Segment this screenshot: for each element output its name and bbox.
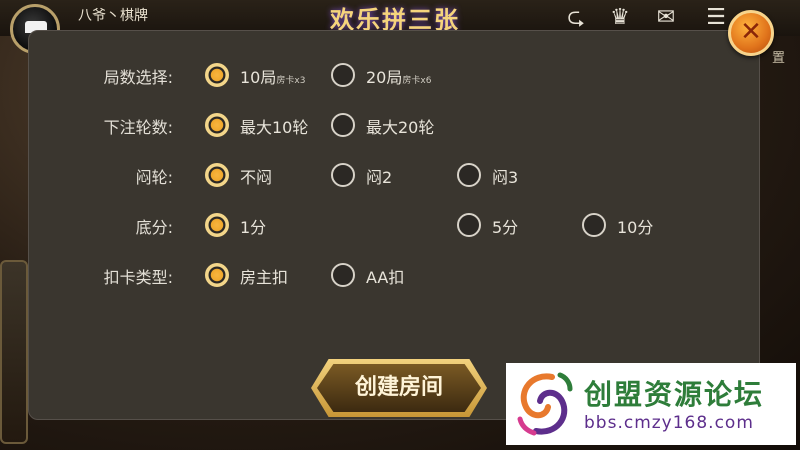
radio-unselected[interactable] <box>331 113 355 137</box>
blind-rounds-row: 闷轮: 不闷 闷2 闷3 <box>29 158 761 192</box>
option-label: 10分 <box>617 218 654 237</box>
option-label: 房主扣 <box>240 268 289 287</box>
option-label: 5分 <box>492 218 519 237</box>
option-cost: 房卡x3 <box>276 76 306 86</box>
mail-icon[interactable]: ✉ <box>652 6 680 30</box>
swirl-logo-icon <box>517 372 573 436</box>
base-score-row: 底分: 1分 5分 10分 <box>29 208 761 242</box>
create-room-dialog: 局数选择: 10局房卡x3 20局房卡x6 下注轮数: 最大10轮 最大20轮 … <box>28 30 760 420</box>
blind-rounds-label: 闷轮: <box>135 168 173 187</box>
option-label: 最大10轮 <box>240 118 309 137</box>
side-panel <box>0 260 28 444</box>
radio-selected[interactable] <box>205 213 229 237</box>
close-icon[interactable]: ✕ <box>728 10 774 56</box>
game-logo: 欢乐拼三张 <box>330 6 460 34</box>
option-label: 不闷 <box>240 168 273 187</box>
option-label: AA扣 <box>366 268 405 287</box>
card-deduction-label: 扣卡类型: <box>103 268 173 287</box>
option-label: 1分 <box>240 218 267 237</box>
radio-selected[interactable] <box>205 113 229 137</box>
rounds-label: 局数选择: <box>103 68 173 87</box>
watermark-url: bbs.cmzy168.com <box>584 413 754 433</box>
radio-unselected[interactable] <box>457 213 481 237</box>
radio-unselected[interactable] <box>582 213 606 237</box>
user-name: 八爷丶棋牌 <box>78 8 148 24</box>
radio-selected[interactable] <box>205 263 229 287</box>
option-label: 闷3 <box>492 168 519 187</box>
share-icon[interactable]: ⮎ <box>562 6 590 30</box>
option-label: 闷2 <box>366 168 393 187</box>
more-icon[interactable]: ☰ <box>702 6 730 30</box>
crown-icon[interactable]: ♛ <box>606 6 634 30</box>
watermark-title: 创盟资源论坛 <box>584 378 765 411</box>
rounds-row: 局数选择: 10局房卡x3 20局房卡x6 <box>29 58 761 92</box>
option-cost: 房卡x6 <box>402 76 432 86</box>
radio-unselected[interactable] <box>331 163 355 187</box>
radio-unselected[interactable] <box>457 163 481 187</box>
bet-rounds-row: 下注轮数: 最大10轮 最大20轮 <box>29 108 761 142</box>
bet-rounds-label: 下注轮数: <box>103 118 173 137</box>
radio-selected[interactable] <box>205 163 229 187</box>
base-score-label: 底分: <box>135 218 173 237</box>
radio-selected[interactable] <box>205 63 229 87</box>
settings-label: 置 <box>772 51 786 66</box>
radio-unselected[interactable] <box>331 63 355 87</box>
card-deduction-row: 扣卡类型: 房主扣 AA扣 <box>29 258 761 292</box>
create-room-button[interactable]: 创建房间 <box>311 359 487 417</box>
create-room-label: 创建房间 <box>317 364 481 412</box>
radio-unselected[interactable] <box>331 263 355 287</box>
watermark: 创盟资源论坛 bbs.cmzy168.com <box>506 363 796 445</box>
option-label: 10局 <box>240 68 277 87</box>
option-label: 最大20轮 <box>366 118 435 137</box>
option-label: 20局 <box>366 68 403 87</box>
